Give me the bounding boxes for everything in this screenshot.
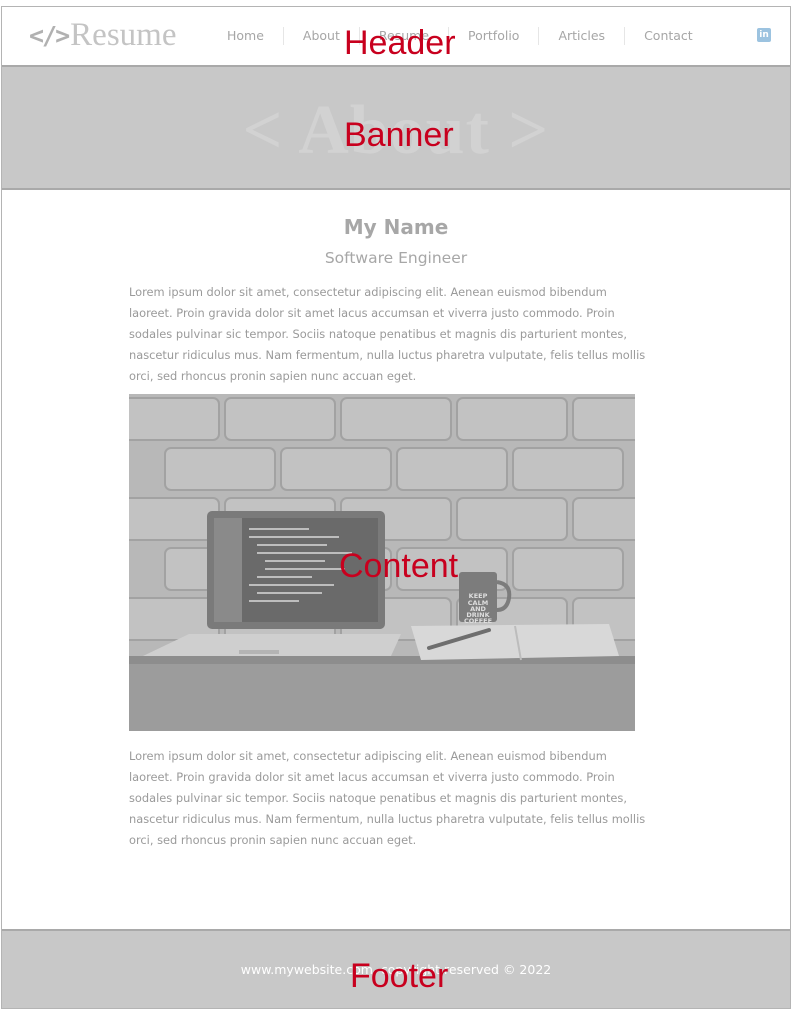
site-logo[interactable]: </> Resume: [29, 13, 176, 57]
overlay-label-content: Content: [339, 547, 459, 585]
profile-name: My Name: [343, 215, 449, 239]
overlay-label-footer: Footer: [350, 957, 449, 995]
linkedin-icon[interactable]: in: [757, 28, 771, 42]
code-brackets-icon: </>: [29, 20, 70, 50]
overlay-label-header: Header: [344, 24, 456, 62]
logo-text: Resume: [70, 16, 177, 53]
nav-portfolio[interactable]: Portfolio: [448, 27, 538, 45]
nav-home[interactable]: Home: [208, 27, 283, 45]
about-paragraph-2: Lorem ipsum dolor sit amet, consectetur …: [129, 749, 646, 847]
profile-role: Software Engineer: [324, 249, 468, 267]
about-paragraph-1: Lorem ipsum dolor sit amet, consectetur …: [129, 285, 646, 383]
nav-contact[interactable]: Contact: [624, 27, 712, 45]
main-nav: Home About Resume Portfolio Articles Con…: [208, 21, 712, 51]
page-frame: </> Resume Home About Resume Portfolio A…: [1, 6, 791, 1009]
nav-articles[interactable]: Articles: [538, 27, 624, 45]
overlay-label-banner: Banner: [344, 116, 454, 154]
mug-text-line-5: COFFEE: [464, 617, 492, 625]
